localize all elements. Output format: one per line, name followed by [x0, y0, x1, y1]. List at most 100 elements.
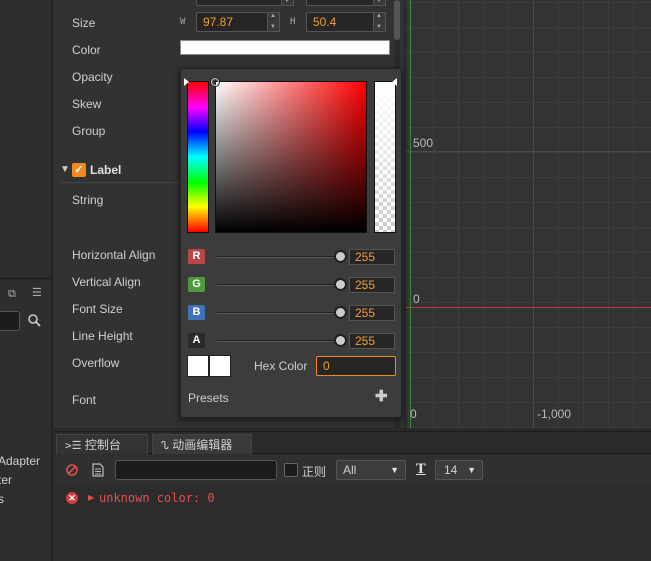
- scene-tick-label: 0: [410, 407, 417, 421]
- label-enabled-checkbox[interactable]: ✓: [72, 163, 86, 177]
- label-component-title: Label: [90, 163, 122, 177]
- color-label: Color: [72, 43, 101, 57]
- overflow-label: Overflow: [72, 356, 120, 370]
- blue-channel-knob[interactable]: [334, 306, 347, 319]
- size-height-field[interactable]: 50.4: [306, 12, 374, 32]
- font-size-select[interactable]: 14 ▼: [435, 460, 483, 480]
- font-size-value: 14: [444, 463, 458, 477]
- inspector-scrollbar-thumb[interactable]: [394, 0, 400, 40]
- skew-label: Skew: [72, 97, 102, 111]
- left-list-item[interactable]: ter: [0, 473, 12, 487]
- vertical-align-label: Vertical Align: [72, 275, 141, 289]
- left-list-item[interactable]: Adapter: [0, 454, 40, 468]
- red-channel-knob[interactable]: [334, 250, 347, 263]
- alpha-marker-icon[interactable]: [392, 78, 397, 86]
- log-filter-input[interactable]: [115, 460, 277, 480]
- saturation-value-area[interactable]: [215, 81, 367, 233]
- horizontal-align-label: Horizontal Align: [72, 248, 156, 262]
- size-width-field[interactable]: 97.87: [196, 12, 268, 32]
- prev-field-y[interactable]: [306, 0, 374, 6]
- scene-x-axis: [406, 307, 651, 308]
- hex-color-input[interactable]: 0: [316, 356, 396, 376]
- scene-grid-line: [406, 151, 651, 152]
- chevron-down-icon: ▼: [467, 465, 476, 475]
- red-channel-badge: R: [188, 249, 205, 264]
- restore-window-icon[interactable]: ⧉: [8, 288, 16, 301]
- collapse-arrow-icon[interactable]: ▼: [60, 164, 70, 175]
- search-icon[interactable]: [27, 313, 41, 327]
- blue-channel-badge: B: [188, 305, 205, 320]
- alpha-channel-slider[interactable]: [217, 340, 341, 342]
- saturation-value-handle[interactable]: [210, 77, 220, 87]
- left-panel-divider: [0, 278, 52, 279]
- console-panel: >☰ 控制台 ᔐ 动画编辑器 正则 All ▼ T 14 ▼ ✕ ▶ unkno…: [54, 431, 651, 561]
- hue-marker-icon[interactable]: [184, 78, 189, 86]
- scene-tick-label: 500: [413, 136, 434, 150]
- prev-field-x[interactable]: [196, 0, 282, 6]
- hue-slider[interactable]: [187, 81, 209, 233]
- size-width-stepper[interactable]: [268, 12, 280, 32]
- regex-label: 正则: [302, 465, 327, 479]
- tab-console-label: 控制台: [84, 438, 121, 452]
- console-tab-bar: >☰ 控制台 ᔐ 动画编辑器: [54, 432, 651, 454]
- size-label: Size: [72, 16, 96, 30]
- size-h-tag: H: [290, 17, 296, 27]
- size-height-stepper[interactable]: [374, 12, 386, 32]
- color-swatch[interactable]: [180, 40, 390, 55]
- animation-icon: ᔐ: [161, 440, 169, 452]
- menu-icon[interactable]: ☰: [32, 286, 42, 299]
- blue-channel-input[interactable]: 255: [349, 305, 395, 321]
- log-level-select[interactable]: All ▼: [336, 460, 406, 480]
- red-channel-input[interactable]: 255: [349, 249, 395, 265]
- tab-animation-editor[interactable]: ᔐ 动画编辑器: [152, 434, 252, 454]
- green-channel-slider[interactable]: [217, 284, 341, 286]
- size-w-tag: W: [180, 17, 186, 27]
- blue-channel-slider[interactable]: [217, 312, 341, 314]
- section-divider: [60, 182, 180, 183]
- font-label: Font: [72, 393, 97, 407]
- font-size-icon: T: [416, 462, 426, 477]
- log-message: unknown color: 0: [99, 491, 215, 505]
- group-label: Group: [72, 124, 106, 138]
- green-channel-input[interactable]: 255: [349, 277, 395, 293]
- scene-tick-label: 0: [413, 292, 420, 306]
- scene-grid-line: [533, 0, 534, 428]
- old-color-swatch[interactable]: [209, 355, 231, 377]
- scene-y-axis: [410, 0, 411, 428]
- green-channel-knob[interactable]: [334, 278, 347, 291]
- hex-color-label: Hex Color: [254, 359, 308, 373]
- green-channel-badge: G: [188, 277, 205, 292]
- tab-console[interactable]: >☰ 控制台: [56, 434, 148, 454]
- scene-view[interactable]: 500 0 0 -1,000: [406, 0, 651, 428]
- red-channel-slider[interactable]: [217, 256, 341, 258]
- alpha-channel-knob[interactable]: [334, 334, 347, 347]
- new-color-swatch: [187, 355, 209, 377]
- alpha-channel-badge: A: [188, 333, 205, 348]
- left-search-input[interactable]: [0, 311, 20, 331]
- alpha-channel-input[interactable]: 255: [349, 333, 395, 349]
- prev-field-x-stepper[interactable]: [282, 0, 294, 6]
- scene-tick-label: -1,000: [537, 407, 572, 421]
- color-picker-popup: R 255 G 255 B 255 A 255 Hex Color 0 Pres…: [180, 68, 402, 418]
- alpha-slider[interactable]: [374, 81, 396, 233]
- expand-arrow-icon[interactable]: ▶: [88, 492, 94, 504]
- regex-checkbox[interactable]: [284, 463, 298, 477]
- chevron-down-icon: ▼: [390, 465, 399, 475]
- left-list-item[interactable]: s: [0, 492, 4, 506]
- open-log-file-icon[interactable]: [92, 463, 104, 477]
- console-icon: >☰: [65, 439, 82, 452]
- font-size-label: Font Size: [72, 302, 123, 316]
- log-level-value: All: [343, 463, 357, 477]
- opacity-label: Opacity: [72, 70, 113, 84]
- label-component-header[interactable]: ▼ ✓ Label: [60, 162, 190, 182]
- left-panel: ⧉ ☰ Adapter ter s: [0, 0, 52, 561]
- console-toolbar: 正则 All ▼ T 14 ▼: [54, 455, 651, 485]
- line-height-label: Line Height: [72, 329, 133, 343]
- error-icon: ✕: [66, 492, 78, 504]
- prev-field-y-stepper[interactable]: [374, 0, 386, 6]
- add-preset-icon[interactable]: ✚: [375, 387, 388, 405]
- tab-animation-label: 动画编辑器: [172, 438, 233, 452]
- string-label: String: [72, 193, 104, 207]
- clear-log-icon[interactable]: [66, 464, 78, 476]
- presets-label: Presets: [188, 391, 229, 405]
